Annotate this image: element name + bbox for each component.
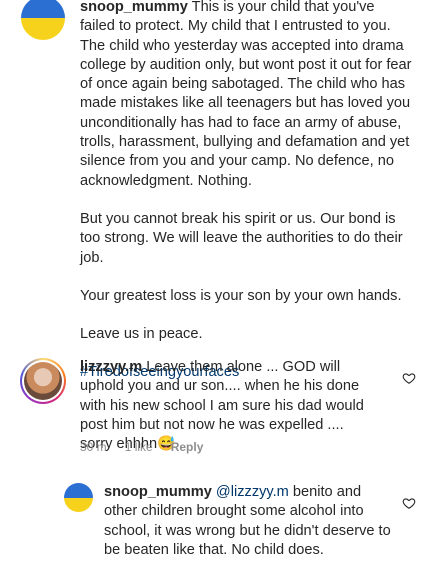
comment-text: This is your child that you've failed to…	[80, 0, 412, 189]
comment-paragraph-1: snoop_mummy This is your child that you'…	[80, 0, 412, 191]
mention-link[interactable]: @lizzzyy.m	[216, 484, 289, 500]
comment-username[interactable]: lizzzyy.m	[80, 359, 142, 375]
comment-username[interactable]: snoop_mummy	[104, 484, 212, 500]
avatar-ring-gap	[22, 360, 64, 402]
reply-button[interactable]: Reply	[171, 440, 204, 454]
heart-icon[interactable]	[402, 371, 416, 385]
comment-meta: 30 m 1 like Reply	[80, 440, 203, 454]
avatar-flag-blue	[64, 483, 93, 498]
like-count[interactable]: 1 like	[125, 440, 153, 454]
comment-paragraph-2: But you cannot break his spirit or us. O…	[80, 210, 403, 266]
comment-paragraph-3: Your greatest loss is your son by your o…	[80, 287, 402, 304]
comment-time: 30 m	[80, 440, 107, 454]
avatar[interactable]	[21, 0, 65, 40]
avatar[interactable]	[64, 483, 93, 512]
avatar-flag-blue	[21, 0, 65, 18]
comment-username[interactable]: snoop_mummy	[80, 0, 188, 15]
avatar-photo	[24, 362, 62, 400]
comment-body: snoop_mummy @lizzzyy.m benito and other …	[104, 483, 396, 560]
comment-paragraph-4: Leave us in peace.	[80, 326, 203, 343]
avatar-flag-yellow	[21, 18, 65, 40]
avatar[interactable]	[20, 358, 66, 404]
comment-body: snoop_mummy This is your child that you'…	[80, 0, 412, 383]
heart-icon[interactable]	[402, 496, 416, 510]
avatar-flag-yellow	[64, 497, 93, 512]
